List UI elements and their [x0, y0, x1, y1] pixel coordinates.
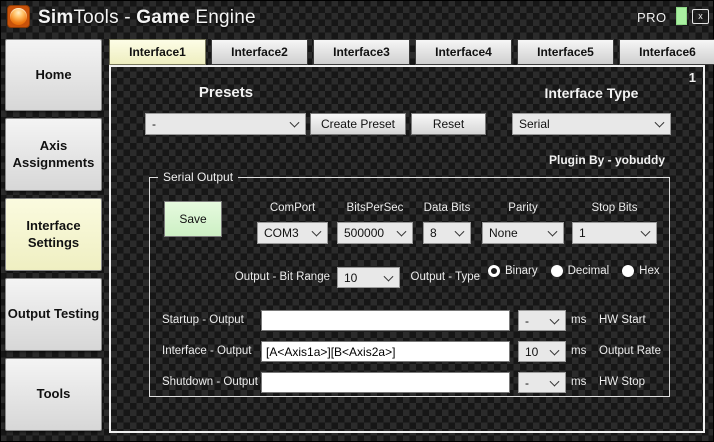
- startup-output-input[interactable]: [261, 310, 510, 331]
- serial-output-group: Serial Output Save ComPort BitsPerSec Da…: [149, 170, 670, 397]
- pro-badge: PRO: [637, 10, 667, 25]
- startup-output-label: Startup - Output: [162, 314, 244, 326]
- radio-unselected-icon: [622, 265, 635, 277]
- parity-label: Parity: [508, 202, 538, 214]
- chevron-down-icon: [383, 271, 394, 282]
- chevron-down-icon: [549, 345, 560, 356]
- shutdown-delay-dropdown[interactable]: -: [518, 372, 566, 393]
- sidebar-item-output-testing[interactable]: Output Testing: [5, 278, 102, 351]
- serial-output-legend: Serial Output: [158, 170, 239, 184]
- title-game: Game: [136, 7, 190, 28]
- chevron-down-icon: [454, 226, 465, 237]
- bitspersec-value: 500000: [344, 226, 385, 240]
- radio-decimal-label: Decimal: [567, 265, 610, 277]
- simtools-orb-icon: [10, 8, 27, 25]
- radio-decimal[interactable]: Decimal: [550, 265, 610, 277]
- data-bits-dropdown[interactable]: 8: [423, 222, 471, 244]
- interface-type-heading: Interface Type: [544, 85, 639, 101]
- output-rate-label: Output Rate: [599, 345, 662, 357]
- shutdown-output-input[interactable]: [261, 372, 510, 393]
- sidebar-item-label: Interface Settings: [26, 218, 81, 250]
- radio-selected-icon: [488, 265, 500, 277]
- data-bits-label: Data Bits: [423, 202, 471, 214]
- output-rate-value: 10: [525, 344, 539, 359]
- comport-dropdown[interactable]: COM3: [257, 222, 328, 244]
- radio-binary[interactable]: Binary: [488, 265, 538, 277]
- reset-button[interactable]: Reset: [411, 113, 486, 135]
- radio-binary-label: Binary: [505, 265, 538, 277]
- interface-output-label: Interface - Output: [162, 345, 252, 357]
- output-type-label: Output - Type: [410, 271, 480, 283]
- bit-range-value: 10: [344, 270, 358, 285]
- title-sim: Sim: [38, 7, 74, 28]
- sidebar-item-label: Axis Assignments: [12, 138, 95, 170]
- tab-interface3[interactable]: Interface3: [313, 39, 410, 65]
- tab-interface1[interactable]: Interface1: [109, 39, 206, 65]
- chevron-down-icon: [396, 226, 407, 237]
- data-bits-value: 8: [430, 226, 437, 240]
- hw-start-label: HW Start: [599, 314, 646, 326]
- chevron-down-icon: [311, 226, 322, 237]
- chevron-down-icon: [654, 117, 665, 128]
- startup-delay-dropdown[interactable]: -: [518, 310, 566, 331]
- parity-value: None: [489, 226, 518, 240]
- radio-unselected-icon: [550, 265, 563, 277]
- chevron-down-icon: [289, 117, 300, 128]
- tab-interface2[interactable]: Interface2: [211, 39, 308, 65]
- presets-dropdown-value: -: [152, 117, 156, 131]
- plugin-by-label: Plugin By - yobuddy: [549, 153, 665, 167]
- startup-ms-label: ms: [571, 314, 587, 326]
- hw-stop-label: HW Stop: [599, 376, 646, 388]
- sidebar-item-label: Tools: [36, 386, 71, 402]
- title-tools: Tools -: [73, 7, 137, 28]
- shutdown-delay-value: -: [525, 375, 529, 390]
- save-button[interactable]: Save: [164, 201, 222, 237]
- radio-hex-label: Hex: [639, 265, 660, 277]
- sidebar-item-tools[interactable]: Tools: [5, 358, 102, 431]
- tab-interface4[interactable]: Interface4: [415, 39, 512, 65]
- output-type-radio-group: Binary Decimal Hex: [488, 265, 660, 277]
- sidebar-item-interface-settings[interactable]: Interface Settings: [5, 198, 102, 271]
- tab-interface5[interactable]: Interface5: [517, 39, 614, 65]
- interface-settings-panel: 1 Presets - Create Preset Reset Interfac…: [109, 65, 705, 433]
- startup-delay-value: -: [525, 313, 529, 328]
- sidebar-item-home[interactable]: Home: [5, 39, 102, 111]
- comport-value: COM3: [264, 226, 299, 240]
- bit-range-label: Output - Bit Range: [234, 271, 330, 283]
- interface-output-input[interactable]: [261, 341, 510, 362]
- presets-dropdown[interactable]: -: [145, 113, 306, 135]
- sidebar-item-label: Output Testing: [7, 306, 100, 322]
- stop-bits-dropdown[interactable]: 1: [572, 222, 657, 244]
- page-number: 1: [688, 70, 696, 85]
- bit-range-dropdown[interactable]: 10: [337, 267, 400, 288]
- radio-hex[interactable]: Hex: [622, 265, 660, 277]
- sidebar-item-label: Home: [35, 66, 72, 82]
- shutdown-output-label: Shutdown - Output: [162, 376, 258, 388]
- app-logo-icon: [7, 5, 30, 28]
- parity-dropdown[interactable]: None: [482, 222, 564, 244]
- output-rate-dropdown[interactable]: 10: [518, 341, 566, 362]
- create-preset-button[interactable]: Create Preset: [310, 113, 406, 135]
- interface-type-dropdown[interactable]: Serial: [512, 113, 671, 135]
- window-title: SimTools - Game Engine: [38, 7, 256, 29]
- tab-interface6[interactable]: Interface6: [619, 39, 714, 65]
- stop-bits-value: 1: [579, 226, 586, 240]
- minimize-toggle[interactable]: [676, 7, 687, 25]
- stop-bits-label: Stop Bits: [591, 202, 638, 214]
- chevron-down-icon: [549, 376, 560, 387]
- chevron-down-icon: [549, 314, 560, 325]
- bitspersec-dropdown[interactable]: 500000: [337, 222, 413, 244]
- sidebar-item-axis-assignments[interactable]: Axis Assignments: [5, 118, 102, 191]
- interface-type-value: Serial: [519, 117, 550, 131]
- chevron-down-icon: [640, 226, 651, 237]
- interface-ms-label: ms: [571, 345, 587, 357]
- close-button[interactable]: x: [692, 9, 709, 24]
- comport-label: ComPort: [269, 202, 316, 214]
- shutdown-ms-label: ms: [571, 376, 587, 388]
- bitspersec-label: BitsPerSec: [346, 202, 404, 214]
- chevron-down-icon: [547, 226, 558, 237]
- presets-heading: Presets: [198, 84, 254, 101]
- title-engine: Engine: [189, 7, 256, 28]
